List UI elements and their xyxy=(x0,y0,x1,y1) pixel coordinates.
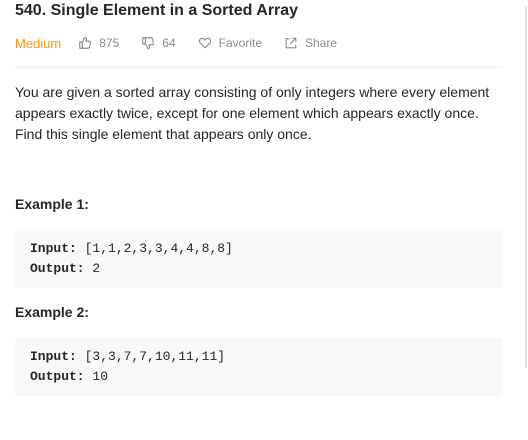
share-icon xyxy=(285,37,297,49)
example-2-input-line: Input: [3,3,7,7,10,11,11] xyxy=(30,347,488,367)
like-count: 875 xyxy=(99,36,120,50)
example-2-output-line: Output: 10 xyxy=(30,367,488,387)
share-button[interactable]: Share xyxy=(284,36,337,50)
difficulty-badge: Medium xyxy=(15,35,62,51)
dislike-count: 64 xyxy=(162,36,176,50)
output-value: 10 xyxy=(92,369,109,384)
input-value: [1,1,2,3,3,4,4,8,8] xyxy=(84,241,233,256)
example-1-code: Input: [1,1,2,3,3,4,4,8,8] Output: 2 xyxy=(15,230,503,288)
dislike-button[interactable]: 64 xyxy=(141,36,176,50)
divider xyxy=(15,67,503,68)
input-label: Input: xyxy=(30,349,77,364)
example-1-title: Example 1: xyxy=(15,196,89,212)
problem-meta: Medium 875 64 Favorite Share xyxy=(15,34,359,52)
thumbs-up-icon xyxy=(79,36,92,49)
heart-icon xyxy=(198,37,211,49)
input-label: Input: xyxy=(30,241,77,256)
problem-description: You are given a sorted array consisting … xyxy=(15,84,490,142)
like-button[interactable]: 875 xyxy=(78,36,119,50)
example-2-code: Input: [3,3,7,7,10,11,11] Output: 10 xyxy=(15,338,503,396)
thumbs-down-icon xyxy=(142,37,155,50)
example-1-input-line: Input: [1,1,2,3,3,4,4,8,8] xyxy=(30,239,488,259)
output-label: Output: xyxy=(30,261,85,276)
example-2-title: Example 2: xyxy=(15,304,89,320)
scrollbar[interactable] xyxy=(525,6,527,368)
output-label: Output: xyxy=(30,369,85,384)
share-label: Share xyxy=(305,36,338,50)
problem-title: 540. Single Element in a Sorted Array xyxy=(15,2,299,19)
favorite-button[interactable]: Favorite xyxy=(198,36,262,50)
favorite-label: Favorite xyxy=(218,36,262,50)
input-value: [3,3,7,7,10,11,11] xyxy=(84,349,226,364)
output-value: 2 xyxy=(92,261,101,276)
example-1-output-line: Output: 2 xyxy=(30,259,488,279)
